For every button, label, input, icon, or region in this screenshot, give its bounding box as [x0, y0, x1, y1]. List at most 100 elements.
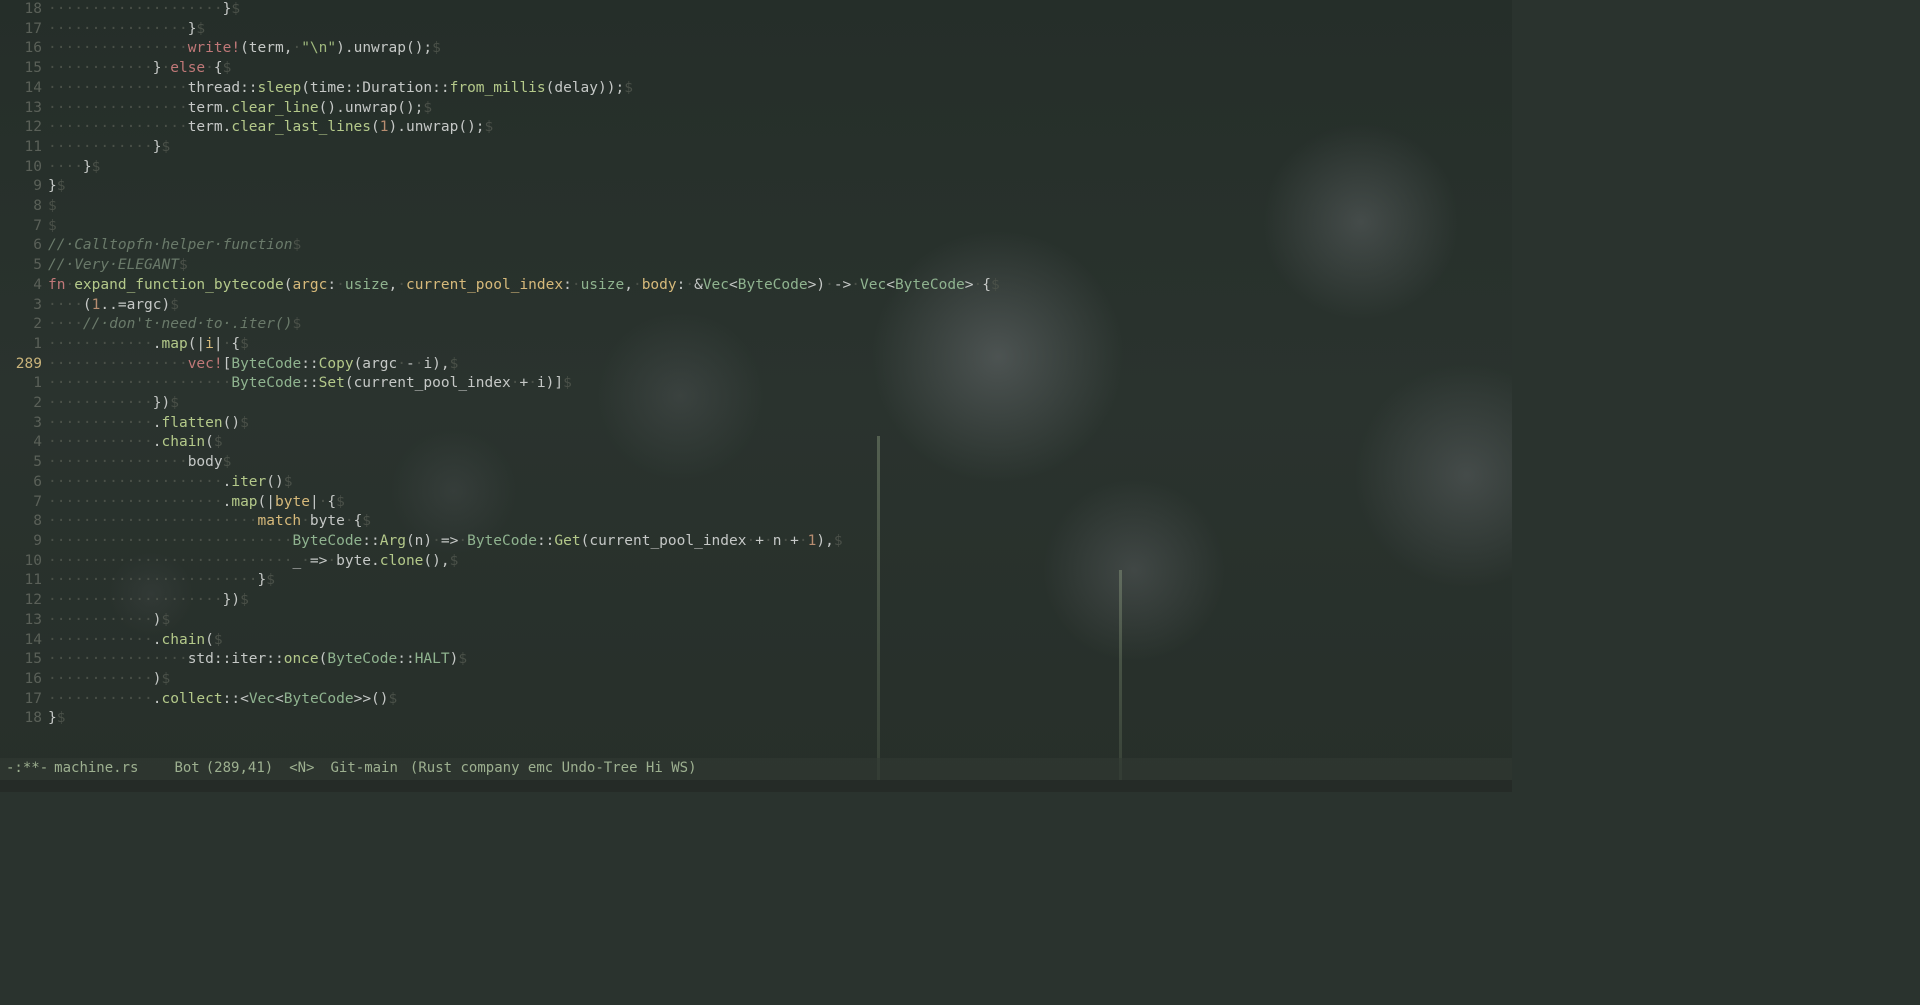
- code-line[interactable]: 5//·Very·ELEGANT$: [0, 256, 1512, 276]
- code-line[interactable]: 13················term.clear_line().unwr…: [0, 99, 1512, 119]
- line-number: 2: [0, 315, 48, 335]
- code-line[interactable]: 8························match·byte·{$: [0, 512, 1512, 532]
- code-line[interactable]: 3············.flatten()$: [0, 414, 1512, 434]
- code-line[interactable]: 12················term.clear_last_lines(…: [0, 118, 1512, 138]
- code-line[interactable]: 10····························_·=>·byte.…: [0, 552, 1512, 572]
- modeline-buffer: machine.rs: [54, 759, 144, 779]
- code-content[interactable]: ················body$: [48, 453, 1512, 473]
- code-content[interactable]: ················term.clear_line().unwrap…: [48, 99, 1512, 119]
- code-content[interactable]: ····················}$: [48, 0, 1512, 20]
- code-content[interactable]: $: [48, 217, 1512, 237]
- line-number: 1: [0, 374, 48, 394]
- line-number: 11: [0, 138, 48, 158]
- code-content[interactable]: ················vec![ByteCode::Copy(argc…: [48, 355, 1512, 375]
- modeline-pos: Bot: [174, 759, 205, 779]
- line-number: 9: [0, 532, 48, 552]
- code-line[interactable]: 11············}$: [0, 138, 1512, 158]
- code-line[interactable]: 2····//·don't·need·to·.iter()$: [0, 315, 1512, 335]
- code-content[interactable]: ····················})$: [48, 591, 1512, 611]
- code-line[interactable]: 1·····················ByteCode::Set(curr…: [0, 374, 1512, 394]
- line-number: 11: [0, 571, 48, 591]
- code-content[interactable]: ····}$: [48, 158, 1512, 178]
- code-line[interactable]: 6//·Calltopfn·helper·function$: [0, 236, 1512, 256]
- code-content[interactable]: ············)$: [48, 611, 1512, 631]
- code-line[interactable]: 13············)$: [0, 611, 1512, 631]
- code-content[interactable]: //·Very·ELEGANT$: [48, 256, 1512, 276]
- code-line[interactable]: 18····················}$: [0, 0, 1512, 20]
- code-line[interactable]: 18}$: [0, 709, 1512, 729]
- line-number: 3: [0, 414, 48, 434]
- code-content[interactable]: ············}·else·{$: [48, 59, 1512, 79]
- line-number: 5: [0, 453, 48, 473]
- line-number: 13: [0, 99, 48, 119]
- code-content[interactable]: ····························ByteCode::Ar…: [48, 532, 1512, 552]
- code-line[interactable]: 6····················.iter()$: [0, 473, 1512, 493]
- code-line[interactable]: 15············}·else·{$: [0, 59, 1512, 79]
- line-number: 7: [0, 217, 48, 237]
- code-content[interactable]: ············})$: [48, 394, 1512, 414]
- modeline-state: <N>: [289, 759, 320, 779]
- line-number: 4: [0, 433, 48, 453]
- code-content[interactable]: ················thread::sleep(time::Dura…: [48, 79, 1512, 99]
- code-line[interactable]: 8$: [0, 197, 1512, 217]
- code-line[interactable]: 3····(1..=argc)$: [0, 296, 1512, 316]
- code-content[interactable]: ················term.clear_last_lines(1)…: [48, 118, 1512, 138]
- code-content[interactable]: ························}$: [48, 571, 1512, 591]
- line-number: 14: [0, 631, 48, 651]
- code-line[interactable]: 5················body$: [0, 453, 1512, 473]
- line-number: 18: [0, 0, 48, 20]
- code-line[interactable]: 16················write!(term,·"\n").unw…: [0, 39, 1512, 59]
- code-content[interactable]: fn·expand_function_bytecode(argc:·usize,…: [48, 276, 1512, 296]
- code-content[interactable]: ····························_·=>·byte.cl…: [48, 552, 1512, 572]
- code-line[interactable]: 17················}$: [0, 20, 1512, 40]
- code-line[interactable]: 17············.collect::<Vec<ByteCode>>(…: [0, 690, 1512, 710]
- code-content[interactable]: }$: [48, 177, 1512, 197]
- code-content[interactable]: ····(1..=argc)$: [48, 296, 1512, 316]
- code-content[interactable]: ····//·don't·need·to·.iter()$: [48, 315, 1512, 335]
- line-number: 12: [0, 591, 48, 611]
- code-line[interactable]: 9}$: [0, 177, 1512, 197]
- minibuffer[interactable]: [0, 780, 1512, 792]
- code-line[interactable]: 7$: [0, 217, 1512, 237]
- code-line[interactable]: 12····················})$: [0, 591, 1512, 611]
- code-line[interactable]: 16············)$: [0, 670, 1512, 690]
- code-line[interactable]: 7····················.map(|byte|·{$: [0, 493, 1512, 513]
- code-line[interactable]: 14················thread::sleep(time::Du…: [0, 79, 1512, 99]
- code-line[interactable]: 10····}$: [0, 158, 1512, 178]
- code-line[interactable]: 1············.map(|i|·{$: [0, 335, 1512, 355]
- code-content[interactable]: ············.map(|i|·{$: [48, 335, 1512, 355]
- code-content[interactable]: ························match·byte·{$: [48, 512, 1512, 532]
- code-line[interactable]: 2············})$: [0, 394, 1512, 414]
- code-content[interactable]: ················write!(term,·"\n").unwra…: [48, 39, 1512, 59]
- code-content[interactable]: ····················.iter()$: [48, 473, 1512, 493]
- line-number: 15: [0, 650, 48, 670]
- code-line[interactable]: 289················vec![ByteCode::Copy(a…: [0, 355, 1512, 375]
- code-content[interactable]: ············.flatten()$: [48, 414, 1512, 434]
- code-content[interactable]: }$: [48, 709, 1512, 729]
- code-content[interactable]: ·····················ByteCode::Set(curre…: [48, 374, 1512, 394]
- code-content[interactable]: ················}$: [48, 20, 1512, 40]
- code-content[interactable]: ····················.map(|byte|·{$: [48, 493, 1512, 513]
- code-content[interactable]: ············)$: [48, 670, 1512, 690]
- code-content[interactable]: ················std::iter::once(ByteCode…: [48, 650, 1512, 670]
- line-number: 1: [0, 335, 48, 355]
- line-number: 9: [0, 177, 48, 197]
- code-content[interactable]: //·Calltopfn·helper·function$: [48, 236, 1512, 256]
- code-content[interactable]: $: [48, 197, 1512, 217]
- code-editor[interactable]: 18····················}$17··············…: [0, 0, 1512, 729]
- code-line[interactable]: 14············.chain($: [0, 631, 1512, 651]
- line-number: 10: [0, 552, 48, 572]
- line-number: 17: [0, 20, 48, 40]
- code-line[interactable]: 9····························ByteCode::A…: [0, 532, 1512, 552]
- code-content[interactable]: ············.chain($: [48, 631, 1512, 651]
- line-number: 6: [0, 236, 48, 256]
- line-number: 3: [0, 296, 48, 316]
- code-line[interactable]: 4fn·expand_function_bytecode(argc:·usize…: [0, 276, 1512, 296]
- code-content[interactable]: ············.chain($: [48, 433, 1512, 453]
- code-line[interactable]: 11························}$: [0, 571, 1512, 591]
- line-number: 15: [0, 59, 48, 79]
- code-content[interactable]: ············}$: [48, 138, 1512, 158]
- code-content[interactable]: ············.collect::<Vec<ByteCode>>()$: [48, 690, 1512, 710]
- code-line[interactable]: 15················std::iter::once(ByteCo…: [0, 650, 1512, 670]
- code-line[interactable]: 4············.chain($: [0, 433, 1512, 453]
